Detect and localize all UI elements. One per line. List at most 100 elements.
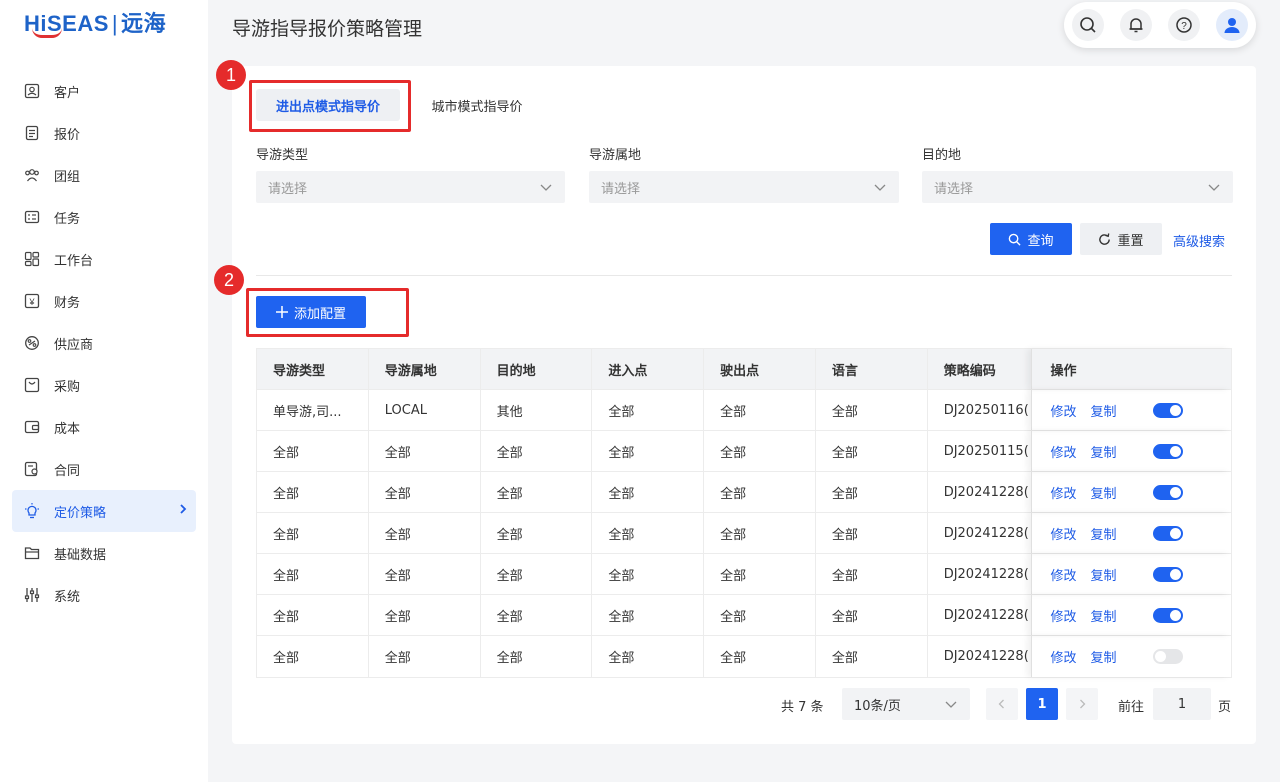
row-actions: 修改 复制 <box>1031 431 1231 471</box>
next-page-button[interactable] <box>1066 688 1098 720</box>
status-toggle[interactable] <box>1152 607 1183 623</box>
chevron-down-icon <box>1208 184 1220 191</box>
table-cell: 全部 <box>369 513 481 553</box>
page-title: 导游指导报价策略管理 <box>232 18 423 40</box>
edit-link[interactable]: 修改 <box>1050 483 1076 502</box>
search-icon <box>1080 17 1096 33</box>
sidebar-item-8[interactable]: 成本 <box>12 406 196 448</box>
table-cell: 全部 <box>704 636 816 677</box>
page-size-select[interactable]: 10条/页 <box>842 688 970 720</box>
page-suffix-label: 页 <box>1218 700 1232 715</box>
advanced-search-link[interactable]: 高级搜索 <box>1173 231 1225 250</box>
reset-label: 重置 <box>1117 233 1144 249</box>
edit-link[interactable]: 修改 <box>1050 442 1076 461</box>
sidebar-item-3[interactable]: 任务 <box>12 196 196 238</box>
table-cell: DJ20250115( <box>943 443 1029 459</box>
column-header: 目的地 <box>481 349 593 389</box>
pagination-total: 共 7 条 <box>781 700 824 715</box>
table-cell: 全部 <box>481 595 593 635</box>
filter-label-guide-type: 导游类型 <box>256 148 309 163</box>
help-button[interactable]: ? <box>1168 9 1200 41</box>
table-cell: 全部 <box>369 636 481 677</box>
copy-link[interactable]: 复制 <box>1091 606 1117 625</box>
table-header: 导游类型 导游属地 目的地 进入点 驶出点 语言 策略编码 操作 <box>257 349 1231 390</box>
edit-link[interactable]: 修改 <box>1050 401 1076 420</box>
annotation-marker-1: 1 <box>216 60 246 90</box>
sidebar-nav: 客户 报价 团组任务工作台 ¥ 财务 供应商 采购成本合同 定价策略 基础数据 系统 <box>12 70 196 616</box>
sidebar-item-9[interactable]: 合同 <box>12 448 196 490</box>
status-toggle[interactable] <box>1152 402 1183 418</box>
table-cell: 全部 <box>816 472 928 512</box>
chevron-down-icon <box>874 184 886 191</box>
logo-separator: | <box>111 11 119 36</box>
sidebar-item-1[interactable]: 报价 <box>12 112 196 154</box>
chevron-down-icon <box>540 184 552 191</box>
copy-link[interactable]: 复制 <box>1091 483 1117 502</box>
page-number-current[interactable]: 1 <box>1026 688 1058 720</box>
copy-link[interactable]: 复制 <box>1091 565 1117 584</box>
user-avatar-button[interactable] <box>1216 9 1248 41</box>
copy-link[interactable]: 复制 <box>1091 442 1117 461</box>
goto-page-input[interactable]: 1 <box>1153 688 1211 720</box>
status-toggle[interactable] <box>1152 566 1183 582</box>
workbench-icon <box>24 251 40 267</box>
table-cell: 全部 <box>369 595 481 635</box>
edit-link[interactable]: 修改 <box>1050 647 1076 666</box>
guide-type-select[interactable]: 请选择 <box>256 171 565 203</box>
row-actions: 修改 复制 <box>1031 636 1231 677</box>
table-cell: 全部 <box>704 513 816 553</box>
table-row: 全部 全部 全部 全部 全部 全部 DJ20241228(修改 复制 <box>257 636 1231 677</box>
settings-sliders-icon <box>24 587 40 603</box>
status-toggle[interactable] <box>1152 649 1183 664</box>
chevron-right-icon <box>1080 699 1086 709</box>
column-header: 导游属地 <box>369 349 481 389</box>
guide-locality-select[interactable]: 请选择 <box>589 171 899 203</box>
prev-page-button[interactable] <box>986 688 1018 720</box>
sidebar-item-0[interactable]: 客户 <box>12 70 196 112</box>
edit-link[interactable]: 修改 <box>1050 565 1076 584</box>
tab-entry-exit-mode[interactable]: 进出点模式指导价 <box>256 89 400 121</box>
table-cell: 单导游,司... <box>257 390 369 430</box>
reset-button[interactable]: 重置 <box>1080 223 1162 255</box>
sidebar-item-12[interactable]: 系统 <box>12 574 196 616</box>
sidebar-item-4[interactable]: 工作台 <box>12 238 196 280</box>
table-cell: DJ20241228( <box>943 649 1029 664</box>
add-config-button[interactable]: 添加配置 <box>256 296 366 328</box>
plus-icon <box>275 306 288 318</box>
edit-link[interactable]: 修改 <box>1050 524 1076 543</box>
status-toggle[interactable] <box>1152 525 1183 541</box>
contract-icon <box>24 461 40 477</box>
table-cell: 全部 <box>704 595 816 635</box>
table-cell: 全部 <box>704 472 816 512</box>
column-header: 驶出点 <box>704 349 816 389</box>
sidebar-item-5[interactable]: ¥ 财务 <box>12 280 196 322</box>
table-cell: 全部 <box>481 513 593 553</box>
table-cell: 全部 <box>704 390 816 430</box>
sidebar-item-2[interactable]: 团组 <box>12 154 196 196</box>
table-cell: 全部 <box>816 636 928 677</box>
sidebar-item-7[interactable]: 采购 <box>12 364 196 406</box>
sidebar-item-6[interactable]: 供应商 <box>12 322 196 364</box>
sidebar-item-10[interactable]: 定价策略 <box>12 490 196 532</box>
sidebar-item-11[interactable]: 基础数据 <box>12 532 196 574</box>
sidebar: HiSEAS | 远海 客户 报价 团组 任务 工作台 ¥ 财务 供应商 采购 成本 合同 定价策略 基础数… <box>0 0 208 782</box>
copy-link[interactable]: 复制 <box>1091 401 1117 420</box>
user-icon <box>1224 18 1240 33</box>
edit-link[interactable]: 修改 <box>1050 606 1076 625</box>
sidebar-item-label: 成本 <box>54 421 81 437</box>
table-cell: DJ20250116( <box>943 402 1029 418</box>
tab-city-mode[interactable]: 城市模式指导价 <box>412 89 542 121</box>
notification-button[interactable] <box>1120 9 1152 41</box>
row-actions: 修改 复制 <box>1031 554 1231 594</box>
status-toggle[interactable] <box>1152 484 1183 500</box>
search-button[interactable] <box>1072 9 1104 41</box>
table-cell: DJ20241228( <box>943 566 1029 582</box>
status-toggle[interactable] <box>1152 443 1183 459</box>
logo-cn: 远海 <box>121 11 167 36</box>
copy-link[interactable]: 复制 <box>1091 524 1117 543</box>
query-button[interactable]: 查询 <box>990 223 1072 255</box>
destination-select[interactable]: 请选择 <box>922 171 1233 203</box>
copy-link[interactable]: 复制 <box>1091 647 1117 666</box>
sidebar-item-label: 任务 <box>54 211 81 227</box>
row-actions: 修改 复制 <box>1031 513 1231 553</box>
